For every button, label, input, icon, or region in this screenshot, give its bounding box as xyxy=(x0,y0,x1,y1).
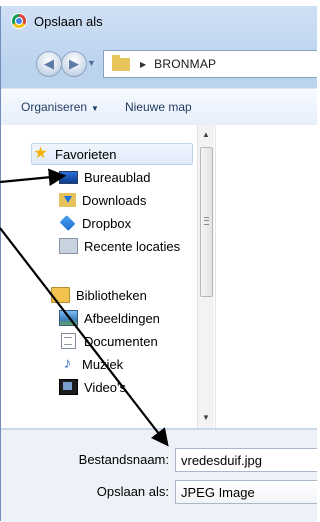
scrollbar-thumb[interactable] xyxy=(200,147,213,297)
music-icon: ♪ xyxy=(63,355,72,372)
organize-label: Organiseren xyxy=(21,100,88,114)
pane-divider[interactable] xyxy=(215,125,216,428)
star-icon: ★ xyxy=(33,145,48,162)
grip-icon xyxy=(204,217,209,225)
address-bar[interactable]: ▶ BRONMAP xyxy=(103,50,317,78)
nav-item-documenten[interactable]: Documenten xyxy=(59,330,158,352)
nav-item-muziek[interactable]: ♪ Muziek xyxy=(59,353,123,375)
navigation-row: ◀ ▶ ▼ ▶ BRONMAP xyxy=(1,46,317,80)
window-title: Opslaan als xyxy=(34,13,103,29)
nav-item-label: Video's xyxy=(84,379,126,395)
breadcrumb-current[interactable]: BRONMAP xyxy=(154,57,216,71)
forward-button[interactable]: ▶ xyxy=(61,51,87,77)
nav-item-afbeeldingen[interactable]: Afbeeldingen xyxy=(59,307,160,329)
nav-item-recente-locaties[interactable]: Recente locaties xyxy=(59,235,180,257)
nav-item-label: Muziek xyxy=(82,356,124,372)
nav-item-label: Afbeeldingen xyxy=(84,310,160,326)
videos-icon xyxy=(59,379,78,395)
libraries-icon xyxy=(51,287,70,303)
chrome-app-icon xyxy=(12,14,26,28)
downloads-folder-icon xyxy=(59,193,76,207)
nav-pane-scrollbar[interactable]: ▲ ▼ xyxy=(197,125,214,428)
nav-item-label: Dropbox xyxy=(82,215,132,231)
dropbox-icon xyxy=(59,215,76,231)
filename-input[interactable]: vredesduif.jpg xyxy=(175,448,317,472)
nav-item-label: Bibliotheken xyxy=(76,287,147,303)
command-toolbar: Organiseren ▼ Nieuwe map xyxy=(1,88,317,126)
desktop-icon xyxy=(59,170,78,184)
title-bar: Opslaan als xyxy=(1,6,317,36)
breadcrumb-arrow-icon[interactable]: ▶ xyxy=(140,60,146,69)
navigation-pane: ★ Favorieten Bureaublad Downloads Dropbo… xyxy=(1,125,213,428)
documents-icon xyxy=(61,333,76,349)
save-type-select[interactable]: JPEG Image xyxy=(175,480,317,504)
nav-item-downloads[interactable]: Downloads xyxy=(59,189,146,211)
nav-item-label: Favorieten xyxy=(55,146,117,162)
nav-item-label: Recente locaties xyxy=(84,238,181,254)
save-as-dialog: Opslaan als ◀ ▶ ▼ ▶ BRONMAP Organiseren ▼… xyxy=(0,6,317,522)
back-button[interactable]: ◀ xyxy=(36,51,62,77)
folder-icon xyxy=(112,54,130,71)
organize-menu-button[interactable]: Organiseren ▼ xyxy=(21,100,99,114)
browser-area: ★ Favorieten Bureaublad Downloads Dropbo… xyxy=(1,125,317,428)
save-type-label: Opslaan als: xyxy=(96,484,169,499)
new-folder-button[interactable]: Nieuwe map xyxy=(125,100,192,114)
nav-item-label: Documenten xyxy=(84,333,158,349)
save-options-panel: Bestandsnaam: vredesduif.jpg Opslaan als… xyxy=(1,429,317,522)
scroll-up-icon[interactable]: ▲ xyxy=(198,127,214,143)
nav-item-bureaublad[interactable]: Bureaublad xyxy=(59,166,151,188)
scroll-down-icon[interactable]: ▼ xyxy=(198,410,214,426)
recent-places-icon xyxy=(59,238,78,254)
filename-label: Bestandsnaam: xyxy=(78,452,169,467)
history-dropdown-icon[interactable]: ▼ xyxy=(87,58,96,68)
nav-item-videos[interactable]: Video's xyxy=(59,376,126,398)
nav-item-bibliotheken[interactable]: Bibliotheken xyxy=(51,284,147,306)
pictures-icon xyxy=(59,310,78,326)
nav-item-dropbox[interactable]: Dropbox xyxy=(59,212,131,234)
nav-item-label: Bureaublad xyxy=(84,169,151,185)
caret-down-icon: ▼ xyxy=(91,104,99,113)
nav-item-label: Downloads xyxy=(82,192,147,208)
nav-item-favorieten[interactable]: ★ Favorieten xyxy=(31,143,193,165)
